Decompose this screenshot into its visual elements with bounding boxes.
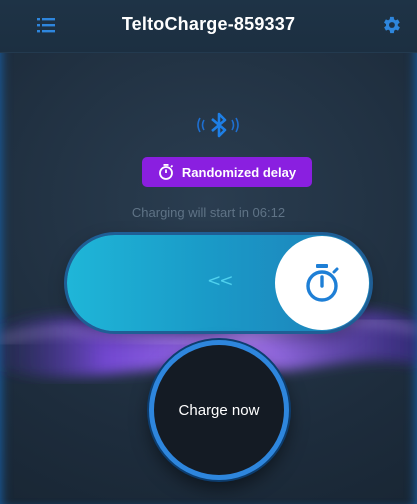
gear-icon[interactable] <box>380 14 402 36</box>
randomized-delay-badge: Randomized delay <box>142 157 312 187</box>
stopwatch-icon <box>159 164 173 180</box>
delay-slider[interactable]: << <box>67 235 370 331</box>
charge-now-button[interactable]: Charge now <box>149 340 289 480</box>
app-screen: TeltoCharge-859337 Randomized delay Char… <box>0 0 417 504</box>
top-bar: TeltoCharge-859337 <box>0 0 417 53</box>
page-title: TeltoCharge-859337 <box>121 14 296 34</box>
slide-arrows-hint: << <box>207 271 233 291</box>
charging-countdown-text: Charging will start in 06:12 <box>131 205 286 220</box>
badge-label: Randomized delay <box>181 164 297 180</box>
bluetooth-icon <box>194 110 244 140</box>
stopwatch-icon <box>306 264 339 302</box>
slider-knob[interactable] <box>275 236 369 330</box>
